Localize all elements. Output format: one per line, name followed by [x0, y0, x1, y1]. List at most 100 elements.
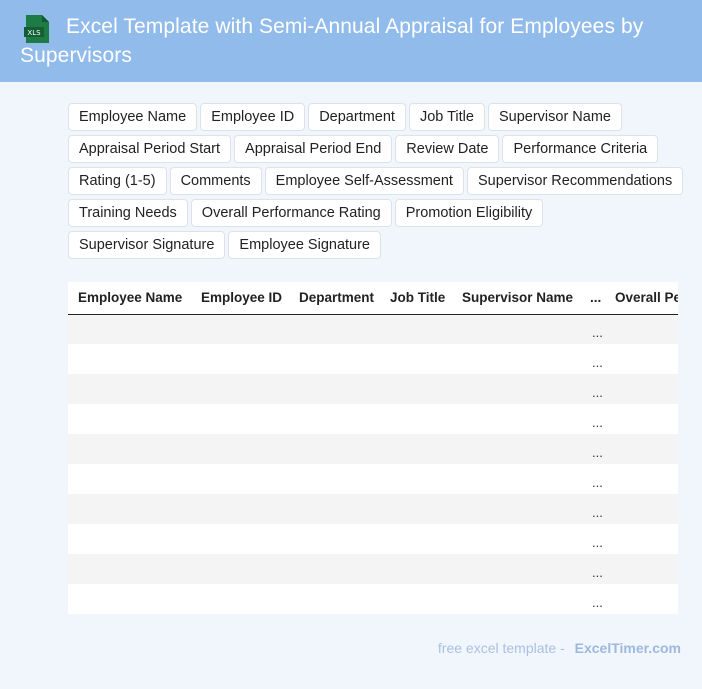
field-chip[interactable]: Employee Name	[68, 103, 198, 131]
table-body: ..............................	[68, 314, 678, 614]
table-cell[interactable]	[380, 584, 452, 614]
table-cell[interactable]	[68, 404, 191, 434]
table-cell[interactable]	[289, 344, 380, 374]
field-chip[interactable]: Training Needs	[68, 199, 188, 227]
ellipsis-cell[interactable]: ...	[580, 404, 605, 434]
field-chip[interactable]: Supervisor Name	[487, 103, 622, 131]
table-cell[interactable]	[380, 524, 452, 554]
table-cell[interactable]	[289, 374, 380, 404]
field-chip[interactable]: Comments	[169, 167, 262, 195]
table-cell[interactable]	[452, 374, 580, 404]
table-cell[interactable]	[191, 404, 289, 434]
table-cell[interactable]	[452, 524, 580, 554]
table-cell[interactable]	[289, 524, 380, 554]
table-cell[interactable]	[605, 344, 678, 374]
field-chip[interactable]: Review Date	[395, 135, 500, 163]
field-chip[interactable]: Promotion Eligibility	[394, 199, 544, 227]
table-cell[interactable]	[605, 374, 678, 404]
table-cell[interactable]	[605, 464, 678, 494]
column-header: Job Title	[380, 282, 452, 315]
table-cell[interactable]	[452, 584, 580, 614]
table-cell[interactable]	[68, 314, 191, 344]
table-cell[interactable]	[68, 374, 191, 404]
table-cell[interactable]	[68, 494, 191, 524]
table-cell[interactable]	[605, 434, 678, 464]
table-cell[interactable]	[68, 344, 191, 374]
field-chip[interactable]: Appraisal Period End	[234, 135, 393, 163]
field-chip-row: Supervisor Signature Employee Signature	[68, 231, 700, 259]
table-cell[interactable]	[605, 524, 678, 554]
field-chip[interactable]: Supervisor Signature	[68, 231, 226, 259]
table-cell[interactable]	[605, 404, 678, 434]
table-cell[interactable]	[68, 464, 191, 494]
field-chip[interactable]: Employee Self-Assessment	[264, 167, 464, 195]
table-cell[interactable]	[191, 344, 289, 374]
table-header-row: Employee Name Employee ID Department Job Ti…	[68, 282, 678, 315]
table-cell[interactable]	[605, 494, 678, 524]
table-cell[interactable]	[380, 494, 452, 524]
field-chip-row: Rating (1-5) Comments Employee Self-Assess…	[68, 167, 700, 195]
field-chip[interactable]: Employee Signature	[228, 231, 381, 259]
table-cell[interactable]	[605, 554, 678, 584]
ellipsis-cell[interactable]: ...	[580, 434, 605, 464]
table-cell[interactable]	[191, 524, 289, 554]
table-cell[interactable]	[380, 554, 452, 584]
table-row: ...	[68, 584, 678, 614]
ellipsis-cell[interactable]: ...	[580, 554, 605, 584]
field-chip[interactable]: Appraisal Period Start	[68, 135, 232, 163]
field-chip[interactable]: Employee ID	[200, 103, 306, 131]
table-cell[interactable]	[380, 404, 452, 434]
field-chip[interactable]: Performance Criteria	[502, 135, 659, 163]
table-cell[interactable]	[380, 464, 452, 494]
table-cell[interactable]	[191, 494, 289, 524]
ellipsis-cell[interactable]: ...	[580, 374, 605, 404]
ellipsis-cell[interactable]: ...	[580, 494, 605, 524]
table-cell[interactable]	[605, 314, 678, 344]
table-cell[interactable]	[452, 494, 580, 524]
table-cell[interactable]	[452, 434, 580, 464]
table-cell[interactable]	[68, 584, 191, 614]
ellipsis-cell[interactable]: ...	[580, 344, 605, 374]
footer-brand-link[interactable]: ExcelTimer.com	[575, 640, 681, 656]
table-cell[interactable]	[191, 464, 289, 494]
table-row: ...	[68, 404, 678, 434]
table-cell[interactable]	[380, 344, 452, 374]
table-cell[interactable]	[452, 314, 580, 344]
table-cell[interactable]	[289, 464, 380, 494]
table-cell[interactable]	[380, 314, 452, 344]
table-cell[interactable]	[191, 554, 289, 584]
ellipsis-cell[interactable]: ...	[580, 314, 605, 344]
table-cell[interactable]	[68, 434, 191, 464]
column-header: ...	[580, 282, 605, 315]
table-cell[interactable]	[452, 554, 580, 584]
ellipsis-cell[interactable]: ...	[580, 524, 605, 554]
table-cell[interactable]	[452, 404, 580, 434]
column-header: Overall Performance Rating	[605, 282, 678, 315]
table-cell[interactable]	[191, 374, 289, 404]
table-cell[interactable]	[452, 344, 580, 374]
ellipsis-cell[interactable]: ...	[580, 584, 605, 614]
field-chip[interactable]: Overall Performance Rating	[190, 199, 392, 227]
table-cell[interactable]	[452, 464, 580, 494]
table-cell[interactable]	[289, 404, 380, 434]
column-header: Department	[289, 282, 380, 315]
table-cell[interactable]	[68, 554, 191, 584]
table-cell[interactable]	[605, 584, 678, 614]
table-cell[interactable]	[289, 494, 380, 524]
table-cell[interactable]	[289, 314, 380, 344]
table-cell[interactable]	[289, 584, 380, 614]
table-cell[interactable]	[380, 374, 452, 404]
table-cell[interactable]	[289, 434, 380, 464]
field-chip[interactable]: Rating (1-5)	[68, 167, 167, 195]
table-row: ...	[68, 524, 678, 554]
table-cell[interactable]	[191, 314, 289, 344]
table-cell[interactable]	[191, 584, 289, 614]
field-chip[interactable]: Job Title	[408, 103, 485, 131]
field-chip[interactable]: Department	[308, 103, 406, 131]
table-cell[interactable]	[68, 524, 191, 554]
table-cell[interactable]	[289, 554, 380, 584]
table-cell[interactable]	[380, 434, 452, 464]
field-chip[interactable]: Supervisor Recommendations	[466, 167, 684, 195]
table-cell[interactable]	[191, 434, 289, 464]
ellipsis-cell[interactable]: ...	[580, 464, 605, 494]
